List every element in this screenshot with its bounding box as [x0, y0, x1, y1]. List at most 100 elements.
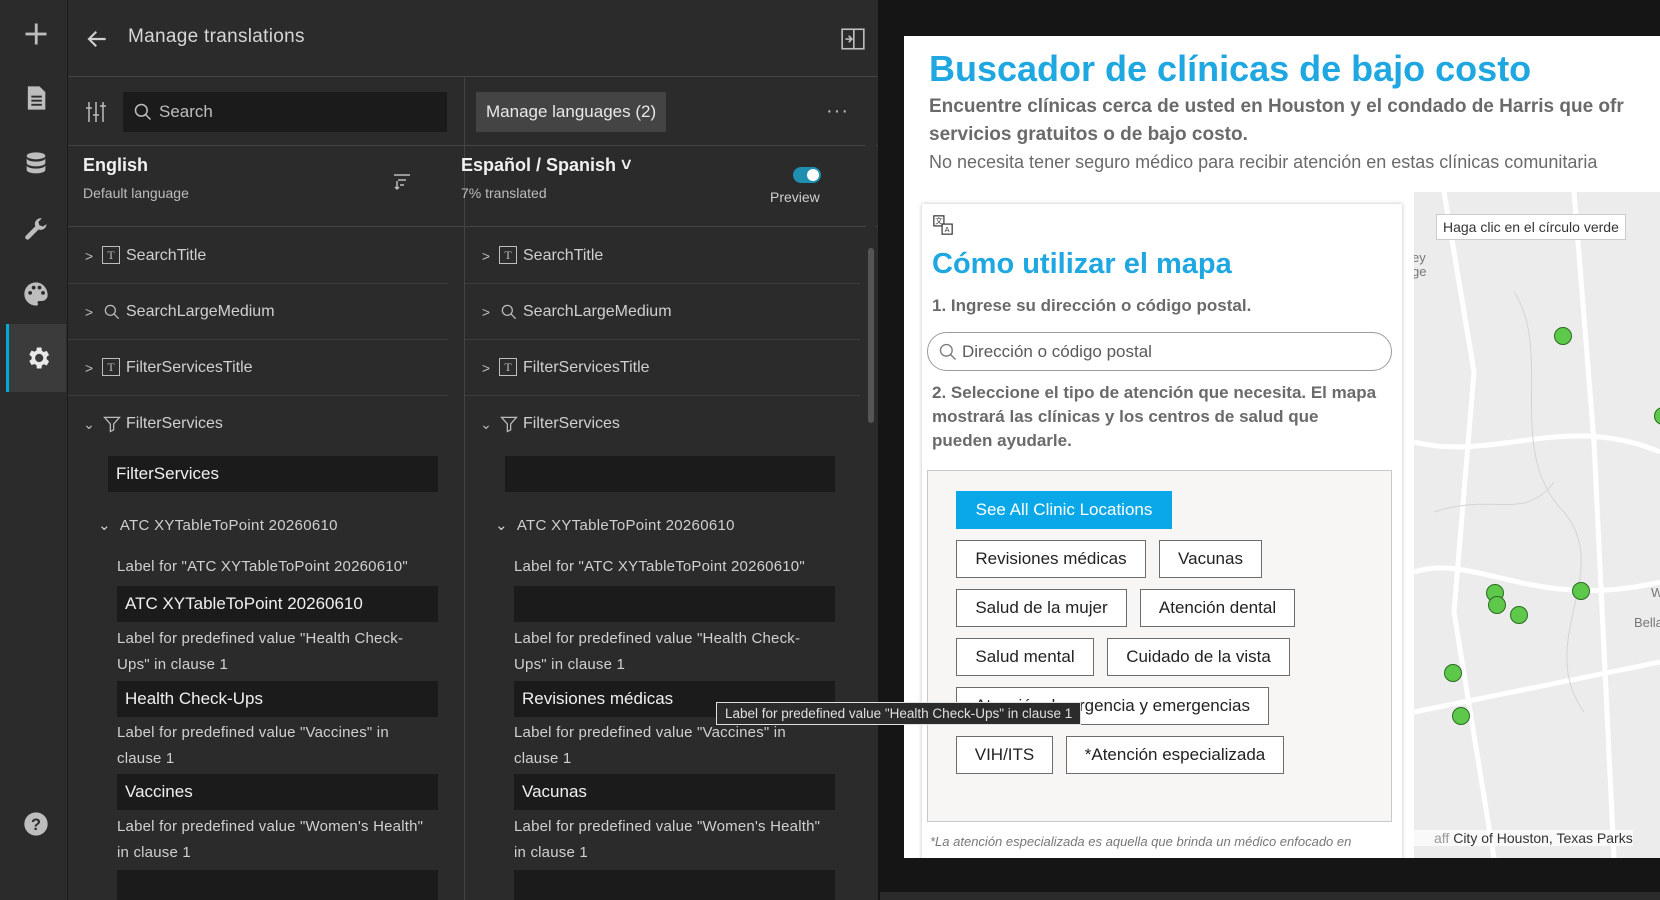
chevron-right-icon: >: [84, 247, 94, 264]
text-icon: T: [102, 357, 120, 376]
tree-item-searchtitle[interactable]: > T SearchTitle: [465, 228, 860, 284]
app-root: ? Manage translations Manage languages (…: [0, 0, 1660, 900]
tree-item-label: SearchLargeMedium: [126, 302, 275, 320]
clinic-map[interactable]: Haga clic en el círculo verde ey ge We B…: [1414, 192, 1660, 858]
tree-item-searchtitle[interactable]: > T SearchTitle: [68, 228, 448, 284]
dock-panel-icon[interactable]: [840, 26, 866, 52]
settings-icon[interactable]: [6, 324, 66, 392]
app-subtitle-2: servicios gratuitos o de bajo costo.: [929, 124, 1248, 145]
tree-item-label: FilterServicesTitle: [126, 358, 253, 376]
app-subtitle-1: Encuentre clínicas cerca de usted en Hou…: [929, 96, 1624, 117]
clinic-marker[interactable]: [1452, 707, 1470, 725]
panel-scrollbar[interactable]: [866, 80, 876, 900]
manage-translations-panel: Manage translations Manage languages (2)…: [68, 0, 878, 900]
help-icon[interactable]: ?: [6, 790, 66, 858]
see-all-button[interactable]: See All Clinic Locations: [956, 491, 1172, 529]
search-widget-icon: [104, 304, 120, 319]
translated-percent: 7% translated: [461, 185, 547, 201]
filter-sliders-icon[interactable]: [84, 100, 108, 124]
vaccines-button[interactable]: Vacunas: [1159, 540, 1262, 578]
app-note: No necesita tener seguro médico para rec…: [929, 152, 1598, 172]
sublayer-header[interactable]: ⌄ ATC XYTableToPoint 20260610: [495, 516, 735, 534]
language-header-row: English Default language Español / Spani…: [68, 147, 878, 227]
label-health-1: Label for predefined value "Health Check…: [514, 630, 801, 647]
clinic-marker[interactable]: [1488, 596, 1506, 614]
tree-item-searchlargemedium[interactable]: > SearchLargeMedium: [68, 284, 448, 340]
source-women-field: [117, 870, 438, 900]
svg-text:文: 文: [935, 217, 943, 226]
svg-text:A: A: [945, 225, 950, 234]
tree-item-filterservices[interactable]: ⌄ FilterServices: [68, 396, 448, 452]
target-vaccines-input[interactable]: Vacunas: [514, 774, 835, 810]
specialized-care-button[interactable]: *Atención especializada: [1066, 736, 1284, 774]
map-attribution: aff City of Houston, Texas Parks: [1414, 830, 1633, 846]
target-column: > T SearchTitle > SearchLargeMedium > T …: [465, 228, 878, 900]
sublayer-header[interactable]: ⌄ ATC XYTableToPoint 20260610: [98, 516, 338, 534]
label-women-1: Label for predefined value "Women's Heal…: [514, 818, 821, 835]
page-icon[interactable]: [6, 64, 66, 132]
sublayer-label: ATC XYTableToPoint 20260610: [516, 517, 735, 534]
target-women-input[interactable]: [514, 870, 835, 900]
tree-item-label: FilterServicesTitle: [523, 358, 650, 376]
scrollbar-thumb[interactable]: [868, 248, 874, 423]
back-arrow-icon[interactable]: [84, 26, 110, 52]
step-2-line3: pueden ayudarle.: [932, 431, 1072, 450]
search-icon: [939, 343, 956, 360]
chevron-right-icon: >: [481, 303, 491, 320]
target-value-input[interactable]: [505, 456, 835, 492]
womens-health-button[interactable]: Salud de la mujer: [956, 589, 1127, 627]
data-icon[interactable]: [6, 130, 66, 198]
clinic-marker[interactable]: [1554, 327, 1572, 345]
chevron-down-icon: ⌄: [98, 517, 120, 534]
target-layer-input[interactable]: [514, 586, 835, 622]
preview-toggle[interactable]: [793, 167, 821, 183]
address-search-input[interactable]: Dirección o código postal: [927, 332, 1392, 371]
hiv-sti-button[interactable]: VIH/ITS: [956, 736, 1053, 774]
chevron-right-icon: >: [481, 247, 491, 264]
sort-icon[interactable]: [390, 169, 414, 193]
palette-icon[interactable]: [6, 260, 66, 328]
checkups-button[interactable]: Revisiones médicas: [956, 540, 1146, 578]
target-language-select[interactable]: Español / Spanish ˅: [461, 155, 632, 176]
source-layer-field: ATC XYTableToPoint 20260610: [117, 586, 438, 622]
label-health-2: Ups" in clause 1: [514, 656, 626, 673]
filter-icon: [500, 416, 518, 433]
search-widget-icon: [501, 304, 517, 319]
map-place-label: Bellair: [1634, 615, 1660, 630]
manage-languages-button[interactable]: Manage languages (2): [476, 92, 667, 132]
search-input[interactable]: [159, 102, 439, 122]
sublayer-label: ATC XYTableToPoint 20260610: [119, 517, 338, 534]
instructions-card: 文A Cómo utilizar el mapa 1. Ingrese su d…: [922, 204, 1402, 858]
panel-title: Manage translations: [128, 26, 305, 47]
label-layer: Label for "ATC XYTableToPoint 20260610": [117, 558, 408, 575]
dental-button[interactable]: Atención dental: [1140, 589, 1295, 627]
text-icon: T: [499, 245, 517, 264]
wrench-icon[interactable]: [6, 196, 66, 264]
tree-item-filterservices[interactable]: ⌄ FilterServices: [465, 396, 860, 452]
source-health-field: Health Check-Ups: [117, 681, 438, 717]
step-2-line1: 2. Seleccione el tipo de atención que ne…: [932, 383, 1377, 402]
label-women-2: in clause 1: [117, 844, 191, 861]
source-vaccines-field: Vaccines: [117, 774, 438, 810]
tree-item-filterservicestitle[interactable]: > T FilterServicesTitle: [465, 340, 860, 396]
field-tooltip: Label for predefined value "Health Check…: [716, 702, 1082, 725]
mental-health-button[interactable]: Salud mental: [956, 638, 1094, 676]
chevron-right-icon: >: [84, 359, 94, 376]
search-field[interactable]: [123, 92, 447, 132]
clinic-marker[interactable]: [1572, 582, 1590, 600]
text-icon: T: [102, 245, 120, 264]
label-women-1: Label for predefined value "Women's Heal…: [117, 818, 424, 835]
app-preview: Buscador de clínicas de bajo costo Encue…: [880, 0, 1660, 900]
service-filter-box: See All Clinic Locations Revisiones médi…: [927, 470, 1392, 822]
map-place-label: We: [1651, 585, 1660, 600]
filter-icon: [103, 416, 121, 433]
app-title: Buscador de clínicas de bajo costo: [929, 48, 1532, 89]
more-options-icon[interactable]: ···: [826, 100, 849, 123]
clinic-marker[interactable]: [1444, 664, 1462, 682]
tree-item-searchlargemedium[interactable]: > SearchLargeMedium: [465, 284, 860, 340]
vision-button[interactable]: Cuidado de la vista: [1107, 638, 1290, 676]
add-icon[interactable]: [6, 0, 66, 68]
translate-icon[interactable]: 文A: [932, 214, 954, 236]
tree-item-filterservicestitle[interactable]: > T FilterServicesTitle: [68, 340, 448, 396]
clinic-marker[interactable]: [1510, 606, 1528, 624]
